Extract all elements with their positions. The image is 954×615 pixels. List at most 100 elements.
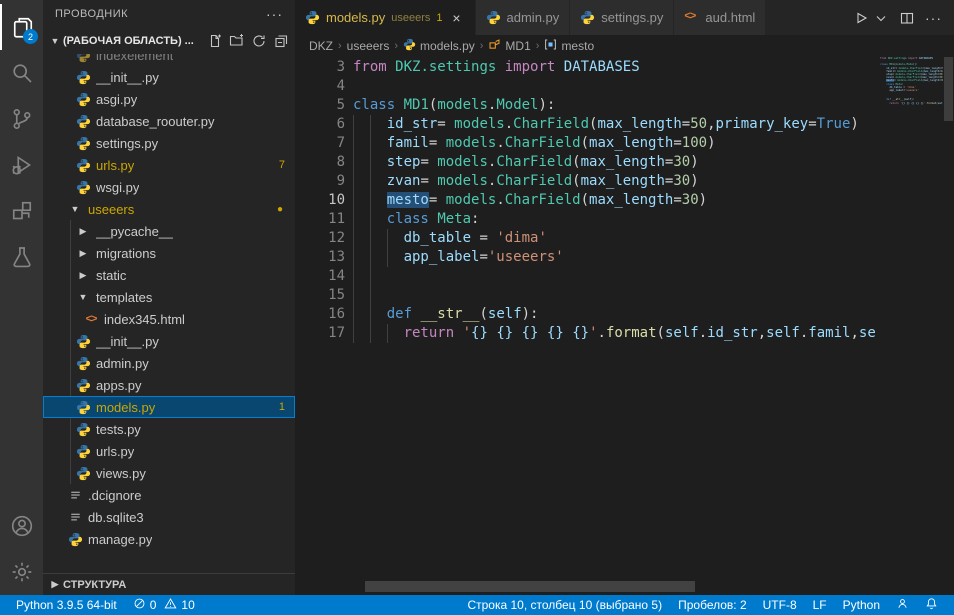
breadcrumb-item-useeers[interactable]: useeers xyxy=(347,39,390,53)
tree-folder-static[interactable]: ▶static xyxy=(43,264,295,286)
views-more-icon[interactable]: ··· xyxy=(266,6,283,22)
line-content xyxy=(345,77,878,96)
status-problems[interactable]: 010 xyxy=(125,595,203,615)
tree-item-tests-py[interactable]: tests.py xyxy=(43,418,295,440)
activity-item-settings[interactable] xyxy=(0,549,43,595)
code-line-9[interactable]: 9 zvan= models.CharField(max_length=30) xyxy=(295,172,878,191)
tree-item-db-sqlite3[interactable]: db.sqlite3 xyxy=(43,506,295,528)
python-file-icon xyxy=(75,69,91,85)
python-icon xyxy=(403,38,416,54)
code-line-10[interactable]: 10 mesto= models.CharField(max_length=30… xyxy=(295,191,878,210)
vertical-scrollbar[interactable] xyxy=(943,57,954,595)
code-line-4[interactable]: 4 xyxy=(295,77,878,96)
tree-item-views-py[interactable]: views.py xyxy=(43,462,295,484)
code-line-11[interactable]: 11 class Meta: xyxy=(295,210,878,229)
code-line-16[interactable]: 16 def __str__(self): xyxy=(295,305,878,324)
python-file-icon xyxy=(305,10,320,25)
run-button[interactable] xyxy=(853,10,869,26)
breadcrumb-label: useeers xyxy=(347,39,390,53)
tab-settings-py[interactable]: settings.py xyxy=(570,0,674,35)
tree-item-database-roouter-py[interactable]: database_roouter.py xyxy=(43,110,295,132)
status-encoding[interactable]: UTF-8 xyxy=(755,595,805,615)
tree-item--init-py[interactable]: __init__.py xyxy=(43,330,295,352)
outline-section-header[interactable]: ▶ СТРУКТУРА xyxy=(43,573,295,595)
breadcrumb: DKZ›useeers›models.py›MD1›mesto xyxy=(295,35,954,57)
tree-folder-templates[interactable]: ▼templates xyxy=(43,286,295,308)
status-python-interpreter[interactable]: Python 3.9.5 64-bit xyxy=(8,595,125,615)
tab-admin-py[interactable]: admin.py xyxy=(476,0,571,35)
line-content: class Meta: xyxy=(345,210,878,229)
tree-item-wsgi-py[interactable]: wsgi.py xyxy=(43,176,295,198)
tree-item-models-py[interactable]: models.py1 xyxy=(43,396,295,418)
close-icon[interactable]: × xyxy=(449,10,465,26)
code-line-12[interactable]: 12 db_table = 'dima' xyxy=(295,229,878,248)
tree-item--dcignore[interactable]: .dcignore xyxy=(43,484,295,506)
breadcrumb-item-dkz[interactable]: DKZ xyxy=(309,39,333,53)
horizontal-scrollbar[interactable] xyxy=(365,581,695,592)
tree-item-indexelement[interactable]: indexelement xyxy=(43,54,295,66)
tab-models-py[interactable]: models.pyuseeers1× xyxy=(295,0,476,35)
tab-label: admin.py xyxy=(507,10,560,25)
tree-item-label: index345.html xyxy=(104,312,185,327)
tree-item-urls-py[interactable]: urls.py xyxy=(43,440,295,462)
status-eol[interactable]: LF xyxy=(805,595,835,615)
tree-item-manage-py[interactable]: manage.py xyxy=(43,528,295,550)
tree-item-label: __init__.py xyxy=(96,70,159,85)
workspace-section-header[interactable]: ▼ (РАБОЧАЯ ОБЛАСТЬ) ... xyxy=(43,28,295,54)
status-feedback[interactable] xyxy=(888,595,917,615)
activity-item-extensions[interactable] xyxy=(0,188,43,234)
code-line-13[interactable]: 13 app_label='useeers' xyxy=(295,248,878,267)
new-file-button[interactable] xyxy=(205,31,225,51)
breadcrumb-item-mesto[interactable]: mesto xyxy=(544,38,594,54)
new-folder-button[interactable] xyxy=(227,31,247,51)
split-editor-button[interactable] xyxy=(899,10,915,26)
activity-item-testing[interactable] xyxy=(0,234,43,280)
activity-item-account[interactable] xyxy=(0,503,43,549)
code-line-17[interactable]: 17 return '{} {} {} {} {}'.format(self.i… xyxy=(295,324,878,343)
breadcrumb-item-md1[interactable]: MD1 xyxy=(488,38,530,54)
tab-aud-html[interactable]: <>aud.html xyxy=(674,0,766,35)
line-content: famil= models.CharField(max_length=100) xyxy=(345,134,878,153)
status-indentation[interactable]: Пробелов: 2 xyxy=(670,595,755,615)
tree-item--init-py[interactable]: __init__.py xyxy=(43,66,295,88)
code-line-7[interactable]: 7 famil= models.CharField(max_length=100… xyxy=(295,134,878,153)
code-editor[interactable]: 3from DKZ.settings import DATABASES45cla… xyxy=(295,57,954,595)
status-language-mode[interactable]: Python xyxy=(835,595,888,615)
collapse-all-button[interactable] xyxy=(271,31,291,51)
breadcrumb-separator-icon: › xyxy=(338,40,342,52)
activity-item-source-control[interactable] xyxy=(0,96,43,142)
tree-folder--pycache-[interactable]: ▶__pycache__ xyxy=(43,220,295,242)
activity-item-run-debug[interactable] xyxy=(0,142,43,188)
more-actions-button[interactable]: ··· xyxy=(925,10,942,26)
tree-item-urls-py[interactable]: urls.py7 xyxy=(43,154,295,176)
python-file-icon xyxy=(75,179,91,195)
refresh-button[interactable] xyxy=(249,31,269,51)
line-content: from DKZ.settings import DATABASES xyxy=(345,58,878,77)
code-line-3[interactable]: 3from DKZ.settings import DATABASES xyxy=(295,58,878,77)
code-line-15[interactable]: 15 xyxy=(295,286,878,305)
run-dropdown-button[interactable] xyxy=(873,10,889,26)
tree-item-label: .dcignore xyxy=(88,488,141,503)
status-notifications[interactable] xyxy=(917,595,946,615)
tree-folder-useeers[interactable]: ▼useeers● xyxy=(43,198,295,220)
tree-item-settings-py[interactable]: settings.py xyxy=(43,132,295,154)
status-cursor-position[interactable]: Строка 10, столбец 10 (выбрано 5) xyxy=(459,595,670,615)
minimap[interactable]: 3from DKZ.settings import DATABASES45cla… xyxy=(878,57,943,595)
tree-item-admin-py[interactable]: admin.py xyxy=(43,352,295,374)
tree-item-label: templates xyxy=(96,290,152,305)
code-line-14[interactable]: 14 xyxy=(295,267,878,286)
tree-folder-migrations[interactable]: ▶migrations xyxy=(43,242,295,264)
line-content xyxy=(345,286,878,305)
python-file-icon xyxy=(75,443,91,459)
file-tree: indexelement __init__.py asgi.pydatabase_r… xyxy=(43,54,295,573)
tree-item-index345-html[interactable]: <>index345.html xyxy=(43,308,295,330)
breadcrumb-item-models-py[interactable]: models.py xyxy=(403,38,475,54)
code-line-8[interactable]: 8 step= models.CharField(max_length=30) xyxy=(295,153,878,172)
activity-item-explorer[interactable]: 2 xyxy=(0,4,43,50)
activity-item-search[interactable] xyxy=(0,50,43,96)
code-line-5[interactable]: 5class MD1(models.Model): xyxy=(295,96,878,115)
tree-item-apps-py[interactable]: apps.py xyxy=(43,374,295,396)
tree-item-asgi-py[interactable]: asgi.py xyxy=(43,88,295,110)
line-number: 8 xyxy=(295,153,345,172)
code-line-6[interactable]: 6 id_str= models.CharField(max_length=50… xyxy=(295,115,878,134)
